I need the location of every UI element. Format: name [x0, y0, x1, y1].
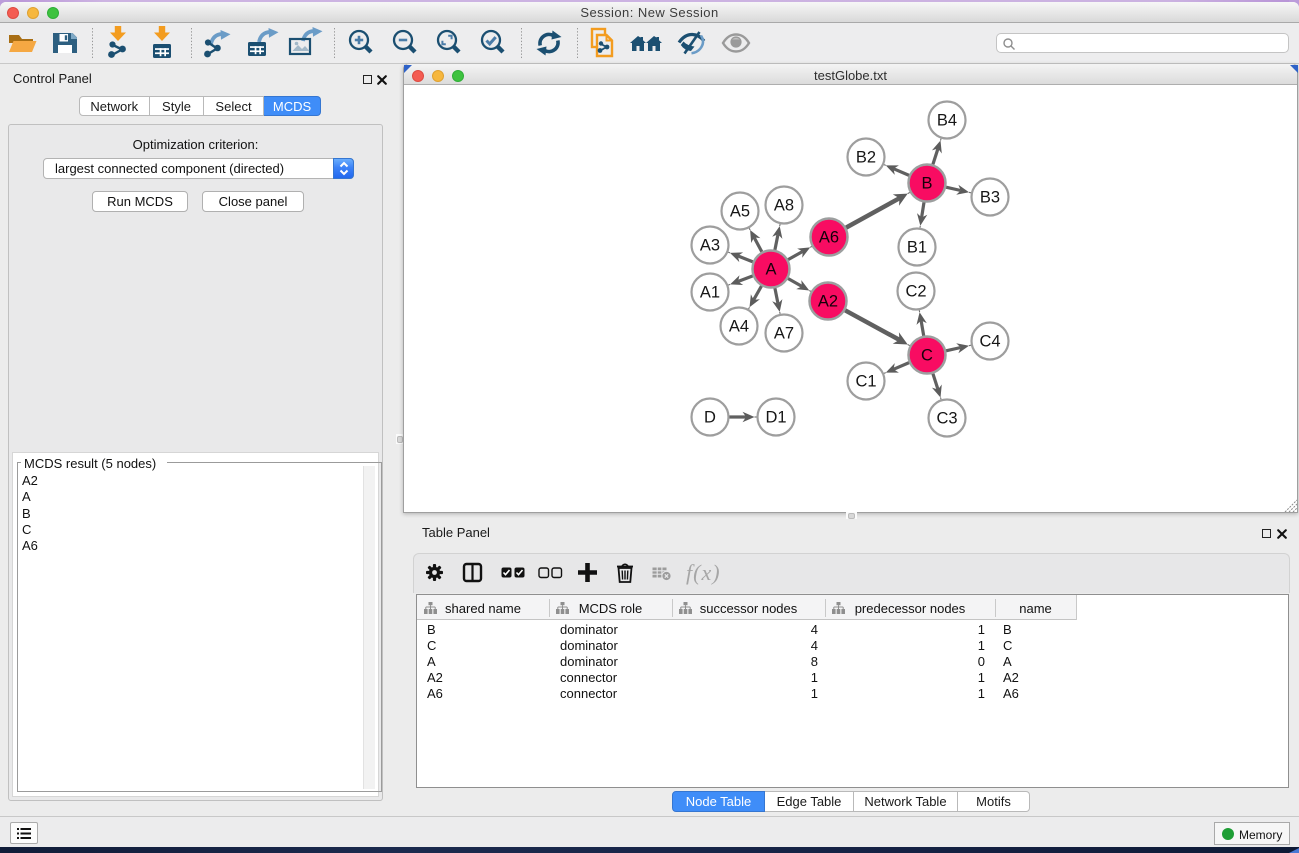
svg-text:A3: A3 [700, 237, 720, 255]
svg-text:A5: A5 [730, 203, 750, 221]
svg-text:C: C [921, 347, 933, 365]
svg-text:A: A [765, 261, 776, 279]
svg-text:A7: A7 [774, 325, 794, 343]
svg-text:B4: B4 [937, 112, 957, 130]
svg-text:C1: C1 [855, 373, 876, 391]
svg-text:C4: C4 [979, 333, 1000, 351]
svg-text:A1: A1 [700, 284, 720, 302]
svg-text:D1: D1 [765, 409, 786, 427]
svg-text:B3: B3 [980, 189, 1000, 207]
svg-text:B2: B2 [856, 149, 876, 167]
svg-text:A2: A2 [818, 293, 838, 311]
svg-text:D: D [704, 409, 716, 427]
svg-text:C2: C2 [905, 283, 926, 301]
svg-text:B1: B1 [907, 239, 927, 257]
svg-text:A6: A6 [819, 229, 839, 247]
svg-text:C3: C3 [936, 410, 957, 428]
svg-text:A4: A4 [729, 318, 749, 336]
svg-text:A8: A8 [774, 197, 794, 215]
svg-text:B: B [921, 175, 932, 193]
